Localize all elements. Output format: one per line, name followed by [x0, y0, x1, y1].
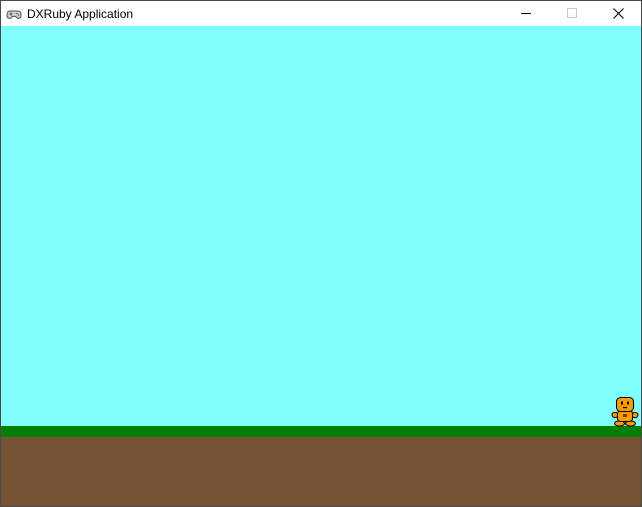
- sky-background: [1, 26, 641, 426]
- window-title: DXRuby Application: [27, 7, 134, 21]
- app-window: DXRuby Application: [0, 0, 642, 507]
- game-canvas[interactable]: [1, 26, 641, 506]
- gamepad-icon: [6, 6, 22, 22]
- close-icon: [613, 8, 624, 19]
- orange-robot-icon: [611, 397, 639, 427]
- maximize-icon: [567, 8, 577, 18]
- minimize-button[interactable]: [503, 1, 549, 26]
- close-button[interactable]: [595, 1, 641, 26]
- player-character: [611, 396, 639, 427]
- title-bar[interactable]: DXRuby Application: [1, 1, 641, 26]
- grass-strip: [1, 426, 641, 437]
- dirt-ground: [1, 437, 641, 506]
- maximize-button[interactable]: [549, 1, 595, 26]
- minimize-icon: [521, 13, 531, 14]
